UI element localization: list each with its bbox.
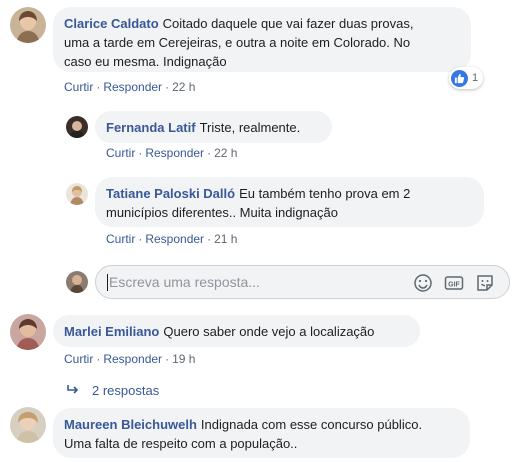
reply-input[interactable]: Escreva uma resposta... GIF [95, 265, 510, 299]
timestamp[interactable]: 22 h [214, 146, 237, 160]
like-link[interactable]: Curtir [106, 146, 135, 160]
like-link[interactable]: Curtir [106, 232, 135, 246]
avatar[interactable] [10, 314, 46, 350]
like-link[interactable]: Curtir [64, 80, 93, 94]
comment-text: Eu também tenho prova em 2 [239, 186, 411, 201]
comment-bubble: Tatiane Paloski Dalló Eu também tenho pro… [95, 177, 484, 227]
avatar[interactable] [10, 407, 46, 443]
svg-text:GIF: GIF [448, 282, 460, 289]
avatar[interactable] [66, 183, 88, 205]
avatar [66, 271, 88, 293]
reply-arrow-icon [66, 384, 80, 399]
avatar[interactable] [66, 116, 88, 138]
reaction-badge[interactable]: 1 [449, 67, 484, 89]
comment-author[interactable]: Marlei Emiliano [64, 324, 159, 339]
timestamp[interactable]: 19 h [172, 352, 195, 366]
comment-text: uma a tarde em Cerejeiras, e outra a noi… [64, 35, 411, 50]
reply-link[interactable]: Responder [145, 232, 204, 246]
avatar[interactable] [10, 7, 46, 43]
comment-text: Indignada com esse concurso público. [200, 417, 423, 432]
comment-author[interactable]: Fernanda Latif [106, 120, 196, 135]
comment-text: Quero saber onde vejo a localização [163, 324, 375, 339]
comment-bubble: Marlei Emiliano Quero saber onde vejo a l… [53, 315, 420, 347]
comment-text: Triste, realmente. [199, 120, 301, 135]
comment-actions: Curtir · Responder · 21 h [106, 232, 238, 246]
timestamp[interactable]: 21 h [214, 232, 237, 246]
timestamp[interactable]: 22 h [172, 80, 195, 94]
comment-actions: Curtir · Responder · 22 h [106, 146, 238, 160]
comment-bubble: Maureen Bleichuwelh Indignada com esse co… [53, 408, 470, 458]
comment-author[interactable]: Tatiane Paloski Dalló [106, 186, 235, 201]
emoji-icon[interactable] [413, 273, 433, 293]
view-replies-label: 2 respostas [92, 383, 160, 398]
view-replies-link[interactable]: 2 respostas [66, 383, 159, 399]
text-cursor [107, 274, 108, 291]
comment-text: caso eu mesma. Indignação [64, 54, 227, 69]
comment-actions: Curtir · Responder · 19 h [64, 352, 196, 366]
comment-text: Coitado daquele que vai fazer duas prova… [162, 16, 414, 31]
comment-author[interactable]: Maureen Bleichuwelh [64, 417, 197, 432]
comment-bubble: Fernanda Latif Triste, realmente. [95, 111, 332, 143]
reply-placeholder: Escreva uma resposta... [109, 274, 260, 290]
like-link[interactable]: Curtir [64, 352, 93, 366]
comment-bubble: Clarice Caldato Coitado daquele que vai f… [53, 7, 471, 72]
reply-link[interactable]: Responder [103, 352, 162, 366]
reply-link[interactable]: Responder [145, 146, 204, 160]
reaction-count: 1 [472, 72, 479, 84]
comment-text: Uma falta de respeito com a população.. [64, 436, 298, 451]
reply-link[interactable]: Responder [103, 80, 162, 94]
comment-text: municípios diferentes.. Muita indignação [106, 205, 338, 220]
comment-author[interactable]: Clarice Caldato [64, 16, 159, 31]
comment-actions: Curtir · Responder · 22 h [64, 80, 196, 94]
gif-icon[interactable]: GIF [444, 273, 464, 293]
like-icon [451, 69, 468, 87]
sticker-icon[interactable] [475, 273, 495, 293]
